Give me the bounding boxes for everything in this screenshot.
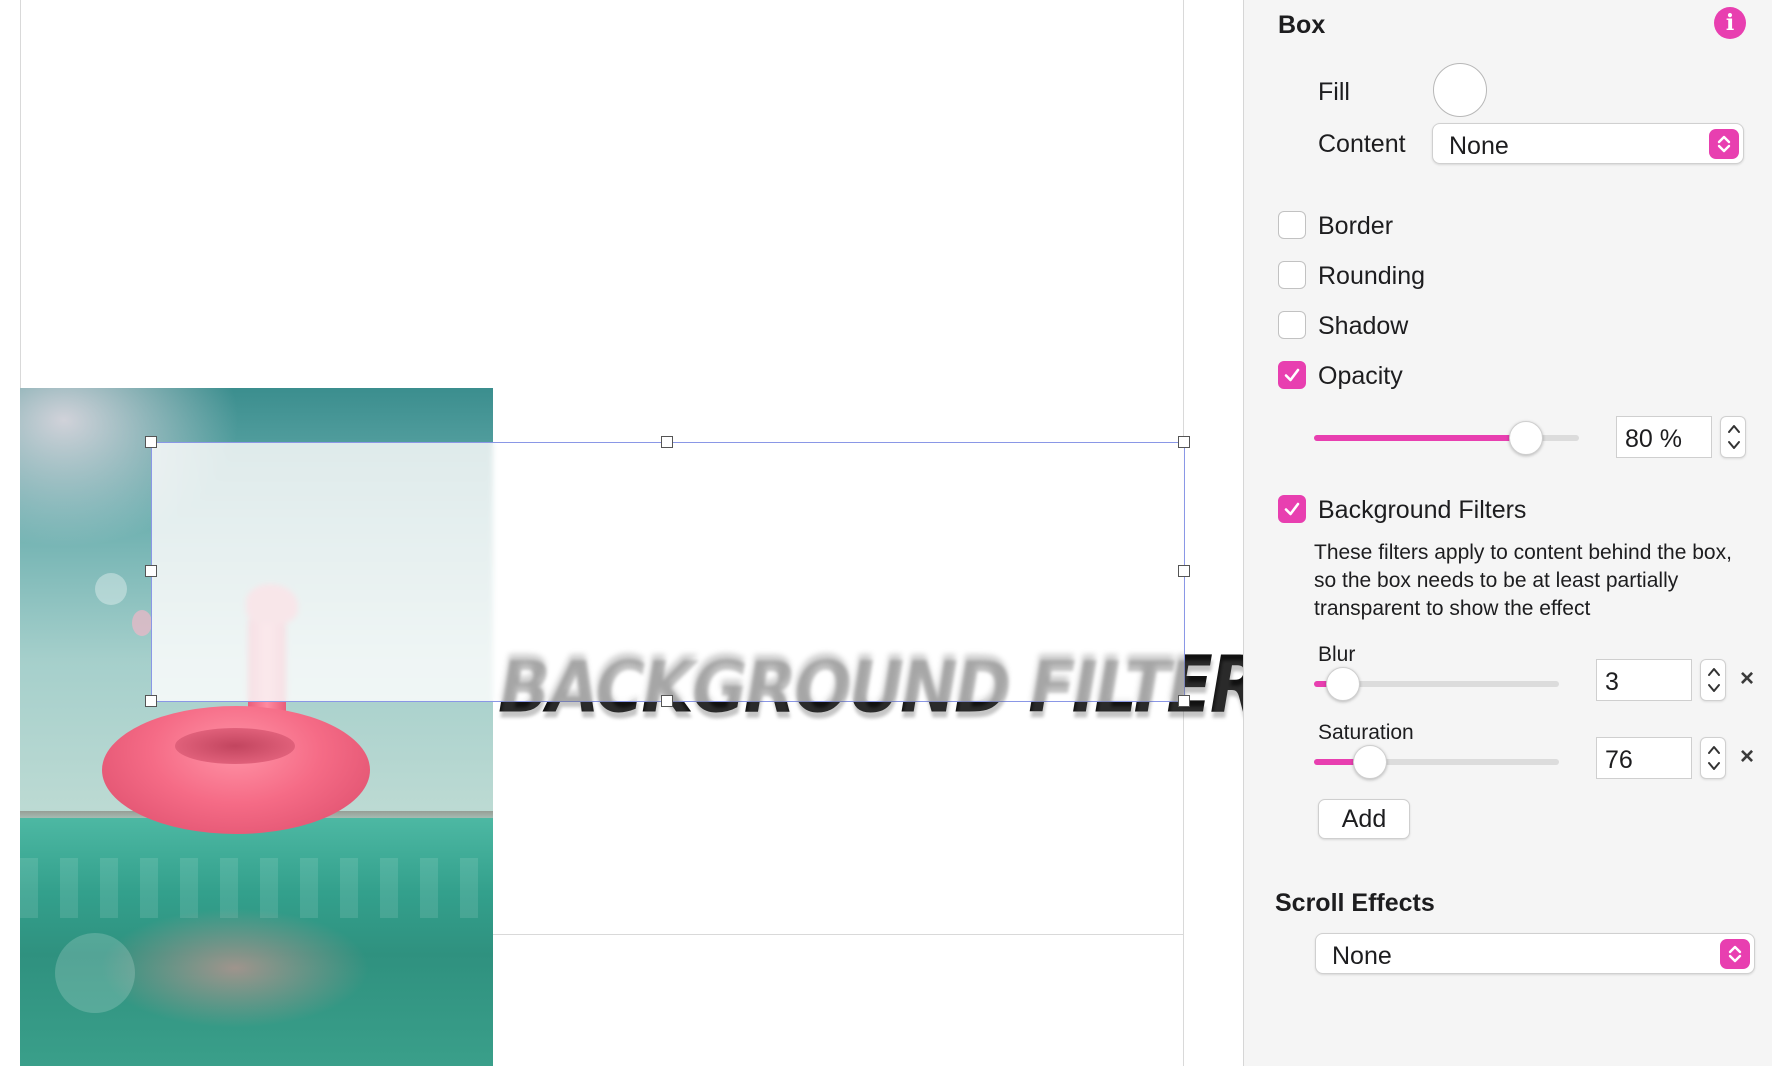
fill-label: Fill xyxy=(1318,78,1350,106)
chevron-updown-icon xyxy=(1720,939,1750,969)
saturation-label: Saturation xyxy=(1318,721,1414,744)
resize-handle-top-right[interactable] xyxy=(1178,436,1190,448)
chevron-updown-icon xyxy=(1709,129,1739,159)
blur-slider[interactable] xyxy=(1314,667,1559,701)
opacity-slider-thumb[interactable] xyxy=(1509,421,1543,455)
content-select-value: None xyxy=(1449,132,1509,160)
stepper-arrows-icon xyxy=(1708,746,1720,770)
stepper-arrows-icon xyxy=(1708,668,1720,692)
box-heading: Box xyxy=(1278,11,1326,39)
content-label: Content xyxy=(1318,130,1406,158)
background-filters-label: Background Filters xyxy=(1318,496,1527,524)
resize-handle-bottom-left[interactable] xyxy=(145,695,157,707)
background-filters-checkbox[interactable] xyxy=(1278,495,1306,523)
canvas[interactable]: BACKGROUND FILTER BACKGROUND FILTER xyxy=(0,0,1243,1066)
resize-handle-right[interactable] xyxy=(1178,565,1190,577)
opacity-field[interactable]: 80 % xyxy=(1616,416,1712,458)
inspector-panel: Box i Fill Content None Border Rounding … xyxy=(1243,0,1772,1066)
saturation-field[interactable]: 76 xyxy=(1596,737,1692,779)
opacity-stepper[interactable] xyxy=(1720,416,1746,458)
blur-slider-thumb[interactable] xyxy=(1326,667,1361,701)
blur-label: Blur xyxy=(1318,643,1356,666)
scroll-effects-heading: Scroll Effects xyxy=(1275,889,1435,917)
saturation-slider[interactable] xyxy=(1314,745,1559,779)
resize-handle-bottom-right[interactable] xyxy=(1178,695,1190,707)
fill-color-well[interactable] xyxy=(1433,63,1487,117)
blur-field[interactable]: 3 xyxy=(1596,659,1692,701)
resize-handle-top-left[interactable] xyxy=(145,436,157,448)
blur-stepper[interactable] xyxy=(1700,659,1726,701)
info-icon[interactable]: i xyxy=(1714,7,1746,39)
checkmark-icon xyxy=(1284,502,1300,516)
opacity-label: Opacity xyxy=(1318,362,1403,390)
shadow-label: Shadow xyxy=(1318,312,1409,340)
shadow-checkbox[interactable] xyxy=(1278,311,1306,339)
add-filter-button[interactable]: Add xyxy=(1318,799,1410,839)
scroll-effects-select[interactable]: None xyxy=(1315,933,1755,974)
background-filters-description: These filters apply to content behind th… xyxy=(1314,541,1732,620)
page-edge-bottom xyxy=(492,934,1184,935)
saturation-stepper[interactable] xyxy=(1700,737,1726,779)
border-checkbox[interactable] xyxy=(1278,211,1306,239)
saturation-slider-thumb[interactable] xyxy=(1353,745,1388,779)
blurred-title-text: BACKGROUND FILTER xyxy=(499,646,1243,737)
stepper-arrows-icon xyxy=(1728,425,1740,449)
opacity-slider[interactable] xyxy=(1314,421,1579,455)
resize-handle-left[interactable] xyxy=(145,565,157,577)
selected-box[interactable]: BACKGROUND FILTER xyxy=(151,442,1243,737)
remove-saturation-icon[interactable]: × xyxy=(1740,743,1754,771)
rounding-label: Rounding xyxy=(1318,262,1426,290)
remove-blur-icon[interactable]: × xyxy=(1740,665,1754,693)
rounding-checkbox[interactable] xyxy=(1278,261,1306,289)
opacity-checkbox[interactable] xyxy=(1278,361,1306,389)
border-label: Border xyxy=(1318,212,1394,240)
resize-handle-bottom[interactable] xyxy=(661,695,673,707)
resize-handle-top[interactable] xyxy=(661,436,673,448)
content-select[interactable]: None xyxy=(1432,123,1744,164)
scroll-effects-value: None xyxy=(1332,942,1392,970)
checkmark-icon xyxy=(1284,368,1300,382)
